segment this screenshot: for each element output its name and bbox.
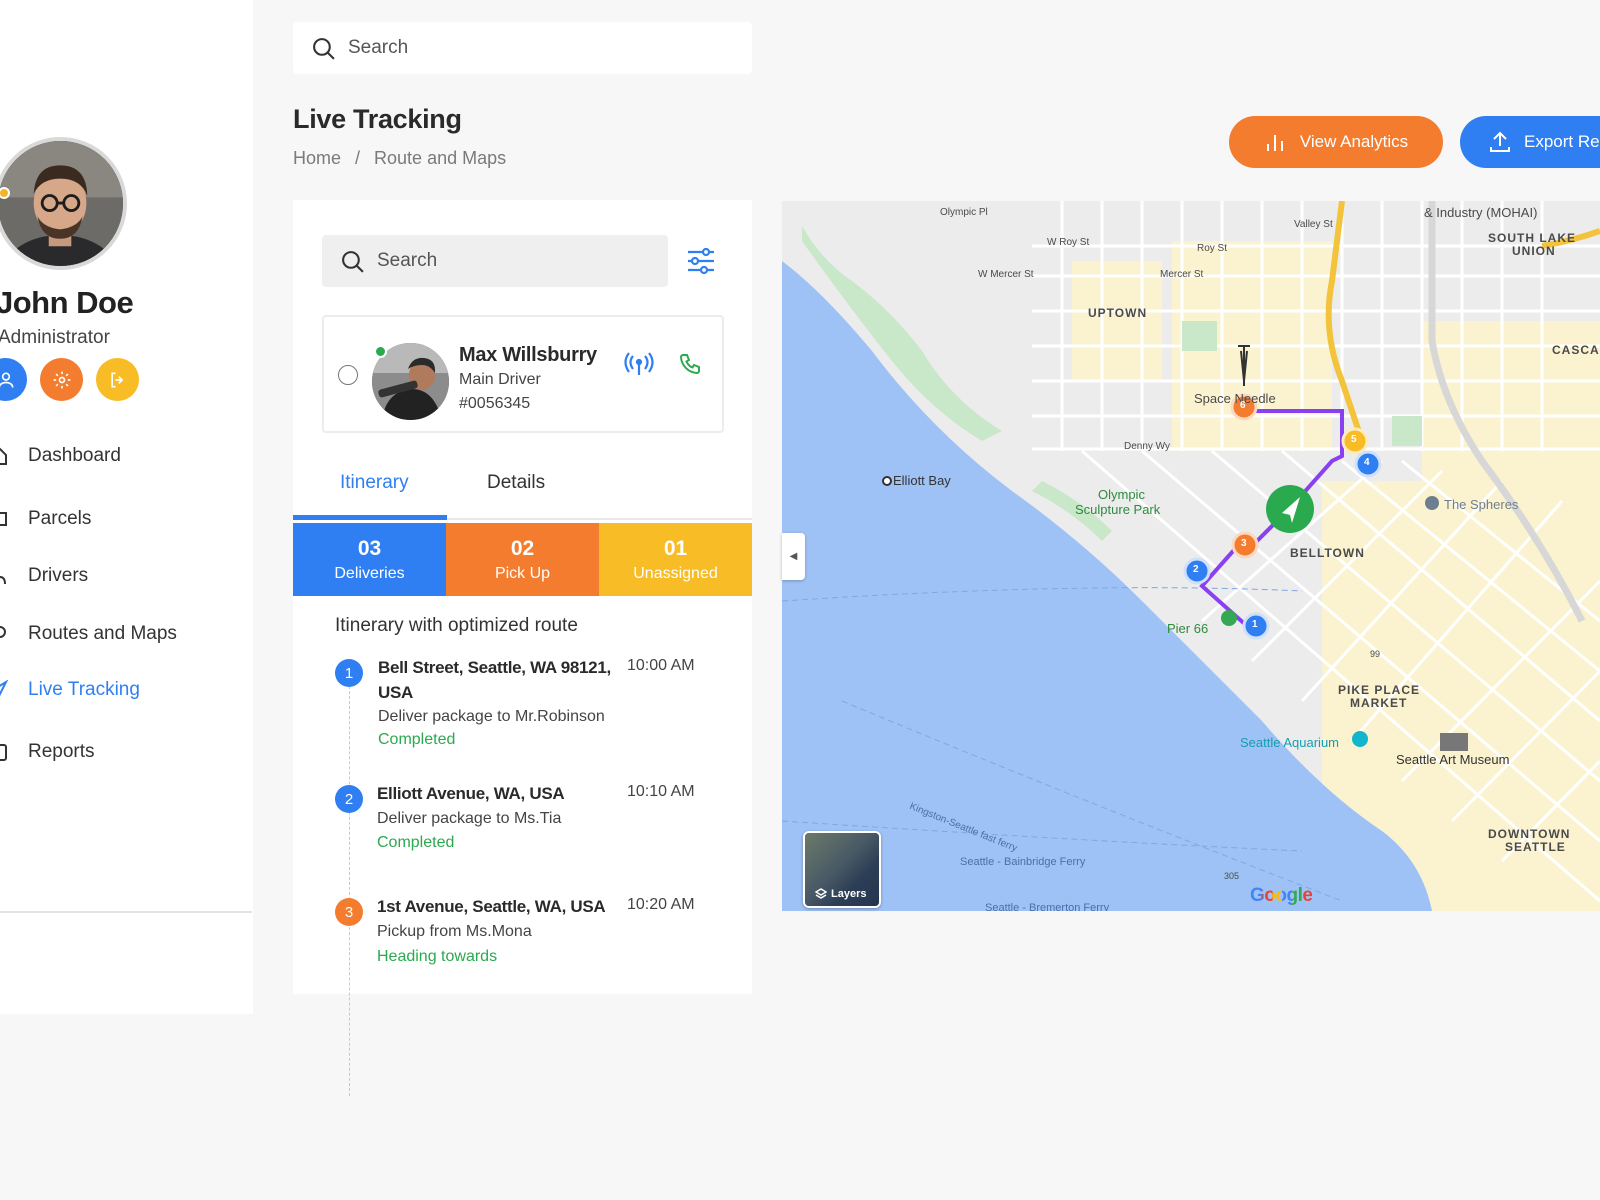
sidebar-item-label: Parcels <box>28 508 92 529</box>
stat-number: 01 <box>663 536 688 560</box>
stop-description: Pickup from Ms.Mona <box>377 923 532 940</box>
bar-chart-icon <box>1266 135 1283 151</box>
stop-status: Completed <box>378 731 456 748</box>
global-search[interactable] <box>293 22 752 74</box>
driver-id: #0056345 <box>459 395 531 412</box>
stat-deliveries[interactable]: 03 Deliveries <box>293 523 446 596</box>
settings-button[interactable] <box>40 358 83 401</box>
user-icon <box>0 372 13 388</box>
online-indicator <box>374 345 387 358</box>
stat-number: 03 <box>357 536 382 560</box>
driver-search-input[interactable] <box>377 250 647 272</box>
view-analytics-label: View Analytics <box>1299 132 1409 151</box>
search-input[interactable] <box>348 37 708 59</box>
stat-label: Pick Up <box>494 564 551 582</box>
stop-number: 1 <box>335 659 363 687</box>
stop-address-text: 1st Avenue, Seattle, WA, USA <box>377 897 606 916</box>
profile-button[interactable] <box>0 358 27 401</box>
stat-label: Unassigned <box>633 564 718 582</box>
sidebar-item-label: Reports <box>28 741 95 762</box>
sidebar-item-label: Live Tracking <box>28 679 140 700</box>
stop-description: Deliver package to Mr.Robinson <box>378 708 605 725</box>
phone-icon[interactable] <box>678 352 702 376</box>
driver-select-radio[interactable] <box>338 365 358 385</box>
stop-status: Completed <box>377 834 455 851</box>
export-report-button[interactable]: Export Rep <box>1460 116 1600 168</box>
breadcrumb-current[interactable]: Route and Maps <box>374 148 506 169</box>
pin-icon <box>0 626 6 638</box>
stat-number: 02 <box>510 536 535 560</box>
stat-label: Deliveries <box>334 564 405 582</box>
upload-icon <box>1490 131 1510 152</box>
sidebar-item-label: Routes and Maps <box>28 623 177 644</box>
panel-tabs: Itinerary Details <box>293 458 752 520</box>
driver-name: Max Willsburry <box>459 344 597 366</box>
active-tab-indicator <box>293 515 447 520</box>
breadcrumb-home[interactable]: Home <box>293 148 341 169</box>
stop-description: Deliver package to Ms.Tia <box>377 810 562 827</box>
stop-status: Heading towards <box>377 948 498 965</box>
stop-address-text: Bell Street, Seattle, WA 98121, USA <box>378 658 611 702</box>
stop-number: 3 <box>335 898 363 926</box>
user-actions <box>0 358 139 401</box>
stats-bar: 03 Deliveries 02 Pick Up 01 Unassigned <box>293 523 752 596</box>
layers-label: Layers <box>815 888 866 900</box>
tab-itinerary[interactable]: Itinerary <box>340 472 409 494</box>
stat-pickup[interactable]: 02 Pick Up <box>446 523 599 596</box>
avatar[interactable] <box>0 137 127 270</box>
stop-address: 1st Avenue, Seattle, WA, USA Pickup from… <box>377 894 637 969</box>
logout-icon <box>110 372 123 387</box>
breadcrumb-separator: / <box>355 148 361 168</box>
map-view[interactable]: & Industry (MOHAI) SOUTH LAKE UNION CASC… <box>782 201 1600 911</box>
itinerary-heading: Itinerary with optimized route <box>335 615 578 636</box>
stop-time: 10:00 AM <box>627 657 695 674</box>
tracking-panel: Max Willsburry Main Driver #0056345 Itin… <box>293 200 752 1096</box>
divider <box>0 911 252 913</box>
person-icon <box>0 575 6 585</box>
stop-address: Elliott Avenue, WA, USA Deliver package … <box>377 781 627 854</box>
google-wordmark: Google <box>1250 885 1313 906</box>
driver-role: Main Driver <box>459 371 541 388</box>
breadcrumb: Home / Route and Maps <box>293 148 506 169</box>
view-analytics-button[interactable]: View Analytics <box>1229 116 1443 168</box>
logout-button[interactable] <box>96 358 139 401</box>
collapse-panel-button[interactable]: ◀ <box>782 533 805 580</box>
stop-address: Bell Street, Seattle, WA 98121, USA Deli… <box>378 655 628 751</box>
layers-text: Layers <box>831 888 867 900</box>
sidebar-item-label: Dashboard <box>28 445 121 466</box>
navigation-icon <box>0 680 8 697</box>
layers-button[interactable]: Layers <box>803 831 881 908</box>
timeline-line <box>349 676 350 1096</box>
filter-icon[interactable] <box>686 247 716 275</box>
file-icon <box>0 744 7 761</box>
gear-icon <box>53 371 70 388</box>
stat-unassigned[interactable]: 01 Unassigned <box>599 523 752 596</box>
box-icon <box>0 512 7 526</box>
google-logo: Google <box>1250 885 1313 907</box>
driver-card[interactable]: Max Willsburry Main Driver #0056345 <box>322 315 724 433</box>
user-name: John Doe <box>0 285 134 320</box>
stop-time: 10:20 AM <box>627 896 695 913</box>
chevron-left-icon: ◀ <box>789 551 798 562</box>
layers-icon <box>815 888 827 899</box>
page-title: Live Tracking <box>293 104 462 134</box>
search-icon <box>313 37 335 60</box>
stop-address-text: Elliott Avenue, WA, USA <box>377 784 565 803</box>
tab-details[interactable]: Details <box>487 472 545 494</box>
broadcast-icon[interactable] <box>624 352 654 378</box>
stop-time: 10:10 AM <box>627 783 695 800</box>
sidebar: John Doe Administrator Dashboard Parcels… <box>0 0 253 1014</box>
home-icon <box>0 447 7 465</box>
driver-search[interactable] <box>322 235 668 287</box>
search-icon <box>342 250 364 273</box>
stop-number: 2 <box>335 785 363 813</box>
sidebar-item-label: Drivers <box>28 565 89 586</box>
export-report-label: Export Rep <box>1524 132 1600 151</box>
user-role: Administrator <box>0 327 110 348</box>
